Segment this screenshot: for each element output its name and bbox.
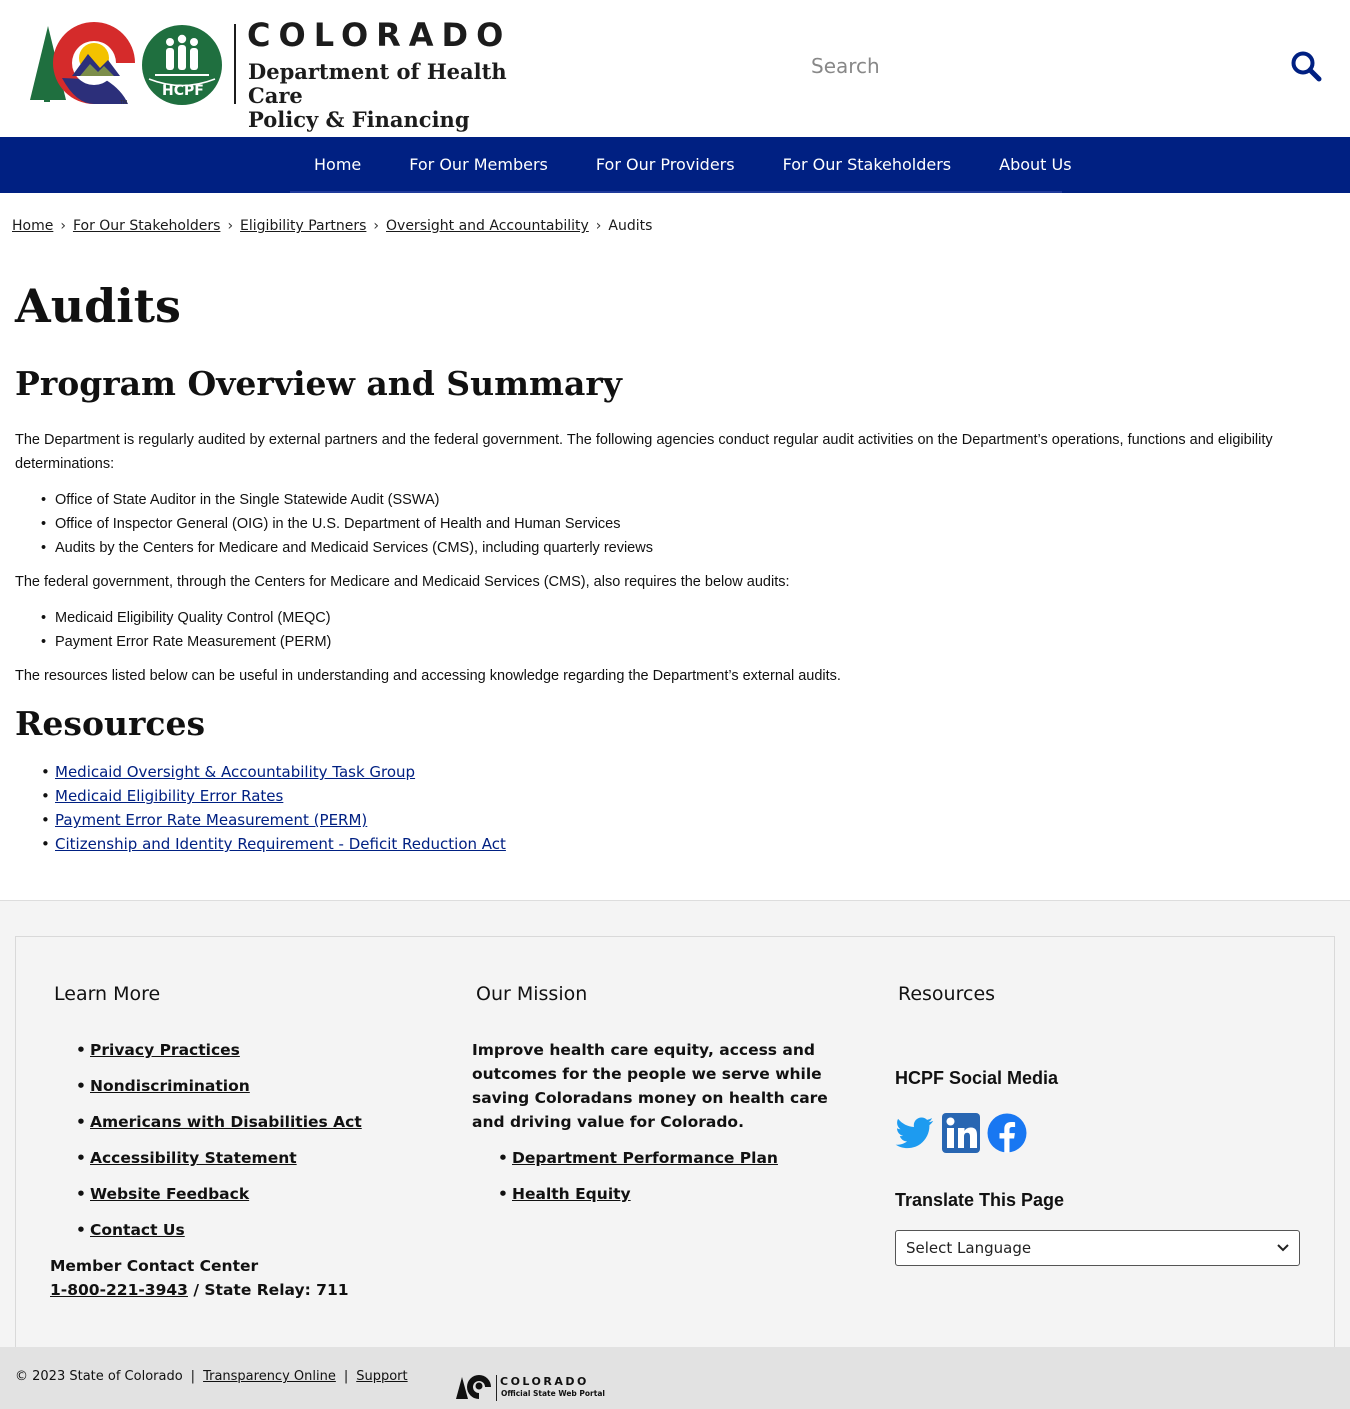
overview-heading: Program Overview and Summary bbox=[15, 364, 622, 403]
footer-link-performance-plan[interactable]: Department Performance Plan bbox=[512, 1149, 778, 1167]
list-item: Department Performance Plan bbox=[498, 1146, 778, 1182]
breadcrumb-separator: › bbox=[595, 218, 602, 234]
list-item: Website Feedback bbox=[76, 1182, 362, 1218]
intro-paragraph: The Department is regularly audited by e… bbox=[15, 432, 1273, 472]
member-contact-label: Member Contact Center bbox=[50, 1257, 259, 1275]
nav-item-stakeholders[interactable]: For Our Stakeholders bbox=[759, 155, 976, 174]
list-item: Accessibility Statement bbox=[76, 1146, 362, 1182]
state-relay-text: / State Relay: 711 bbox=[187, 1281, 349, 1299]
resource-link-perm[interactable]: Payment Error Rate Measurement (PERM) bbox=[55, 811, 367, 829]
brand-department-name: Department of Health Care Policy & Finan… bbox=[248, 60, 568, 132]
social-media-links bbox=[895, 1112, 1027, 1154]
site-header: TM HCPF COLORADO Department of Health Ca… bbox=[0, 0, 1350, 137]
bottom-bar: © 2023 State of Colorado | Transparency … bbox=[0, 1347, 1350, 1409]
list-item: Office of Inspector General (OIG) in the… bbox=[41, 512, 1335, 536]
logo-divider bbox=[234, 24, 236, 104]
breadcrumb: Home › For Our Stakeholders › Eligibilit… bbox=[12, 218, 652, 234]
list-item: Privacy Practices bbox=[76, 1038, 362, 1074]
breadcrumb-separator: › bbox=[60, 218, 66, 234]
translate-title: Translate This Page bbox=[895, 1190, 1065, 1210]
federal-paragraph: The federal government, through the Cent… bbox=[15, 574, 790, 590]
breadcrumb-link-stakeholders[interactable]: For Our Stakeholders bbox=[73, 218, 220, 234]
breadcrumb-link-home[interactable]: Home bbox=[12, 218, 53, 234]
twitter-icon[interactable] bbox=[895, 1112, 935, 1154]
pipe-divider: | bbox=[190, 1369, 196, 1384]
search-input[interactable] bbox=[800, 46, 1260, 86]
resource-link-list: Medicaid Oversight & Accountability Task… bbox=[41, 760, 1335, 856]
footer-link-contact[interactable]: Contact Us bbox=[90, 1221, 185, 1239]
footer-resources-title: Resources bbox=[898, 983, 996, 1005]
breadcrumb-separator: › bbox=[227, 218, 234, 234]
federal-audit-list: Medicaid Eligibility Quality Control (ME… bbox=[41, 606, 1335, 654]
nav-item-about[interactable]: About Us bbox=[975, 155, 1095, 174]
nav-item-members[interactable]: For Our Members bbox=[385, 155, 572, 174]
breadcrumb-link-oversight[interactable]: Oversight and Accountability bbox=[386, 218, 589, 234]
transparency-online-link[interactable]: Transparency Online bbox=[203, 1369, 336, 1384]
list-item: Office of State Auditor in the Single St… bbox=[41, 488, 1335, 512]
breadcrumb-current: Audits bbox=[608, 218, 653, 234]
footer-mission-title: Our Mission bbox=[476, 983, 588, 1005]
resource-link-citizenship[interactable]: Citizenship and Identity Requirement - D… bbox=[55, 835, 506, 853]
resources-heading: Resources bbox=[15, 704, 206, 743]
svg-text:TM: TM bbox=[119, 100, 127, 106]
breadcrumb-link-eligibility-partners[interactable]: Eligibility Partners bbox=[240, 218, 366, 234]
member-phone-link[interactable]: 1-800-221-3943 bbox=[50, 1281, 188, 1299]
list-item: Nondiscrimination bbox=[76, 1074, 362, 1110]
list-item: Medicaid Eligibility Error Rates bbox=[41, 784, 1335, 808]
linkedin-icon[interactable] bbox=[941, 1112, 981, 1154]
list-item: Medicaid Eligibility Quality Control (ME… bbox=[41, 606, 1335, 630]
colorado-portal-logo[interactable] bbox=[455, 1373, 495, 1401]
footer-link-privacy[interactable]: Privacy Practices bbox=[90, 1041, 240, 1059]
portal-divider bbox=[496, 1375, 497, 1401]
breadcrumb-separator: › bbox=[373, 218, 380, 234]
list-item: Americans with Disabilities Act bbox=[76, 1110, 362, 1146]
resources-paragraph: The resources listed below can be useful… bbox=[15, 668, 841, 684]
footer-learn-more-list: Privacy Practices Nondiscrimination Amer… bbox=[76, 1038, 362, 1254]
colorado-state-logo[interactable]: TM bbox=[28, 20, 136, 106]
main-nav: Home For Our Members For Our Providers F… bbox=[0, 137, 1350, 193]
footer-link-feedback[interactable]: Website Feedback bbox=[90, 1185, 249, 1203]
page-title: Audits bbox=[15, 279, 181, 333]
footer-link-ada[interactable]: Americans with Disabilities Act bbox=[90, 1113, 362, 1131]
resource-link-error-rates[interactable]: Medicaid Eligibility Error Rates bbox=[55, 787, 283, 805]
pipe-divider: | bbox=[343, 1369, 349, 1384]
main-content: Audits Program Overview and Summary The … bbox=[15, 270, 1335, 856]
footer-link-nondiscrimination[interactable]: Nondiscrimination bbox=[90, 1077, 250, 1095]
agency-list: Office of State Auditor in the Single St… bbox=[41, 488, 1335, 560]
list-item: Health Equity bbox=[498, 1182, 778, 1218]
mission-statement: Improve health care equity, access and o… bbox=[472, 1041, 828, 1131]
footer-link-health-equity[interactable]: Health Equity bbox=[512, 1185, 631, 1203]
brand-department-line2: Policy & Financing bbox=[248, 107, 470, 132]
copyright-line: © 2023 State of Colorado | Transparency … bbox=[15, 1369, 408, 1384]
portal-name: COLORADO bbox=[500, 1375, 589, 1388]
main-nav-list: Home For Our Members For Our Providers F… bbox=[290, 137, 1072, 193]
brand-department-line1: Department of Health Care bbox=[248, 59, 507, 108]
footer-learn-more-title: Learn More bbox=[54, 983, 161, 1005]
nav-item-providers[interactable]: For Our Providers bbox=[572, 155, 759, 174]
footer-mission-list: Department Performance Plan Health Equit… bbox=[498, 1146, 778, 1218]
language-select-value: Select Language bbox=[906, 1239, 1032, 1257]
member-contact-line: 1-800-221-3943 / State Relay: 711 bbox=[50, 1278, 349, 1302]
support-link[interactable]: Support bbox=[356, 1369, 407, 1384]
resource-link-task-group[interactable]: Medicaid Oversight & Accountability Task… bbox=[55, 763, 415, 781]
nav-item-home[interactable]: Home bbox=[290, 155, 385, 174]
language-select[interactable]: Select Language bbox=[895, 1230, 1300, 1266]
footer-link-accessibility[interactable]: Accessibility Statement bbox=[90, 1149, 297, 1167]
search-icon[interactable] bbox=[1290, 50, 1322, 82]
list-item: Payment Error Rate Measurement (PERM) bbox=[41, 808, 1335, 832]
facebook-icon[interactable] bbox=[987, 1112, 1027, 1154]
member-contact-center: Member Contact Center 1-800-221-3943 / S… bbox=[50, 1254, 349, 1302]
list-item: Payment Error Rate Measurement (PERM) bbox=[41, 630, 1335, 654]
copyright-text: © 2023 State of Colorado bbox=[15, 1369, 183, 1384]
brand-state-name: COLORADO bbox=[247, 16, 512, 54]
list-item: Contact Us bbox=[76, 1218, 362, 1254]
list-item: Audits by the Centers for Medicare and M… bbox=[41, 536, 1335, 560]
hcpf-badge-text: HCPF bbox=[162, 83, 204, 99]
list-item: Citizenship and Identity Requirement - D… bbox=[41, 832, 1335, 856]
list-item: Medicaid Oversight & Accountability Task… bbox=[41, 760, 1335, 784]
chevron-down-icon bbox=[1277, 1244, 1289, 1252]
social-media-title: HCPF Social Media bbox=[895, 1068, 1059, 1088]
portal-subtitle: Official State Web Portal bbox=[501, 1389, 605, 1398]
